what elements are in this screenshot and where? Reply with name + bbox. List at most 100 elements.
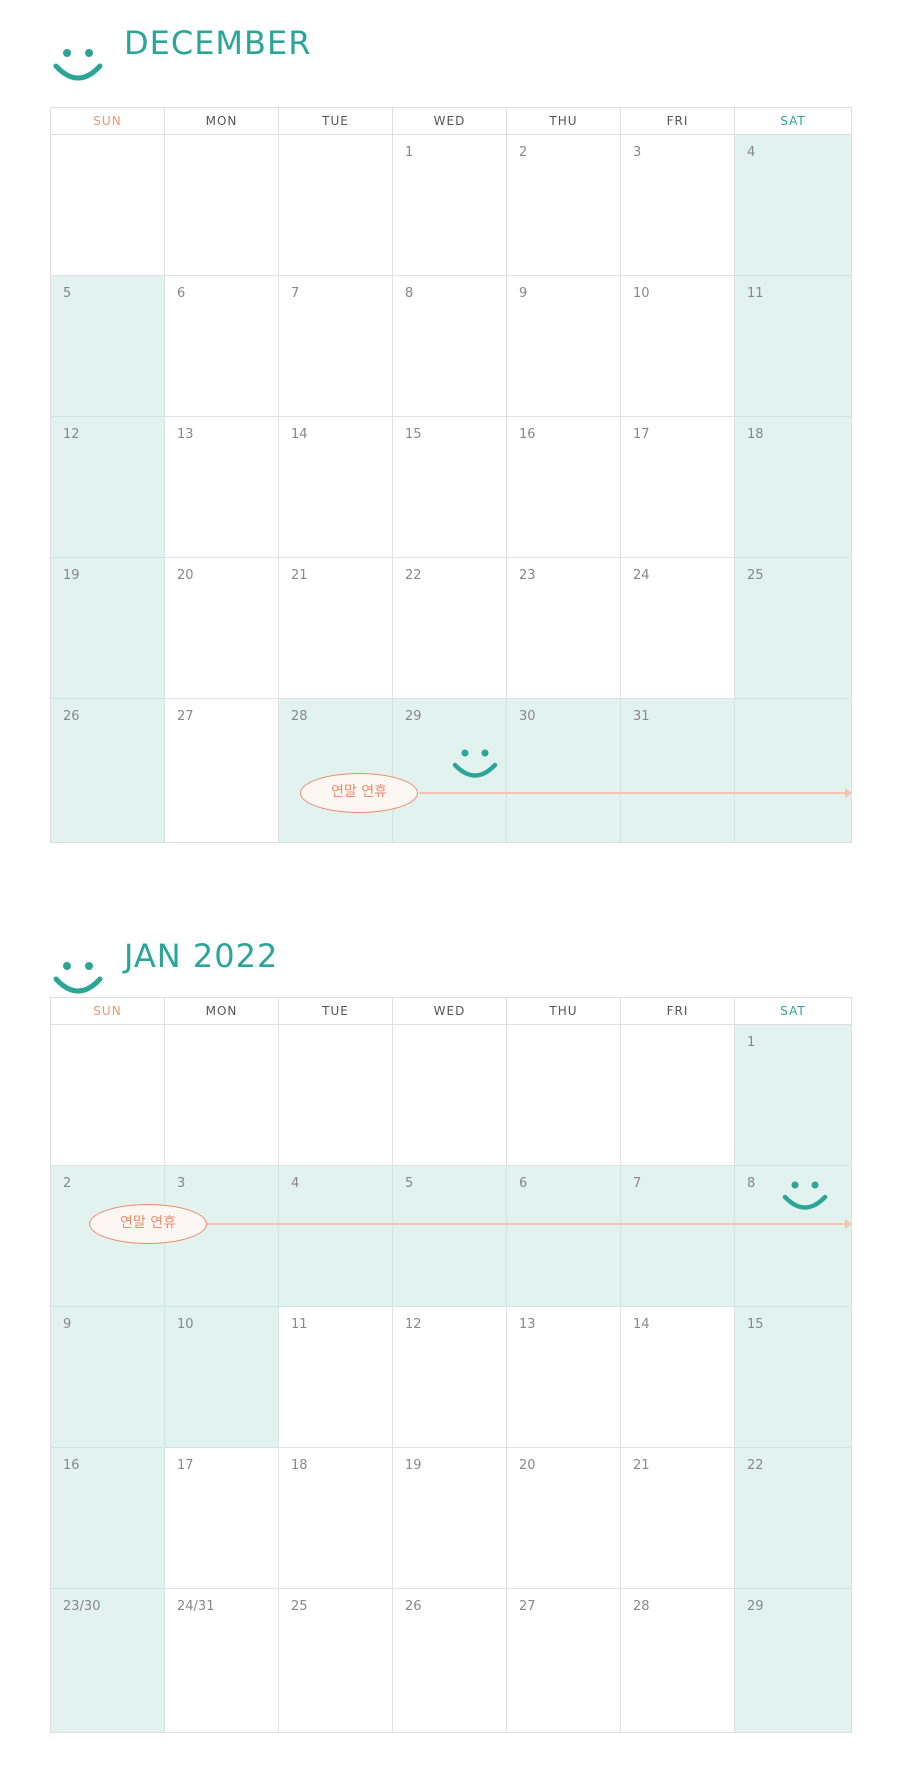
smiley-icon <box>782 1181 828 1210</box>
day-number: 6 <box>177 286 186 301</box>
day-cell[interactable]: 4 <box>735 135 851 276</box>
day-cell[interactable] <box>393 1025 507 1166</box>
day-cell[interactable]: 15 <box>735 1307 851 1448</box>
day-cell[interactable]: 3 <box>621 135 735 276</box>
day-cell[interactable]: 14 <box>621 1307 735 1448</box>
day-cell[interactable]: 17 <box>621 417 735 558</box>
day-cell[interactable]: 24 <box>621 558 735 699</box>
day-cell[interactable]: 7 <box>621 1166 735 1307</box>
day-cell[interactable]: 26 <box>393 1589 507 1732</box>
day-cell[interactable]: 10 <box>165 1307 279 1448</box>
day-cell[interactable]: 18 <box>735 417 851 558</box>
day-cell[interactable]: 23/30 <box>51 1589 165 1732</box>
day-cell[interactable]: 30 <box>507 699 621 842</box>
event-range-line <box>419 792 847 794</box>
day-cell[interactable] <box>51 1025 165 1166</box>
day-cell[interactable]: 12 <box>393 1307 507 1448</box>
day-number: 30 <box>519 709 536 724</box>
day-cell[interactable]: 7 <box>279 276 393 417</box>
event-label[interactable]: 연말 연휴 <box>300 773 418 813</box>
day-cell[interactable]: 22 <box>735 1448 851 1589</box>
smiley-icon <box>452 749 498 778</box>
day-cell[interactable]: 17 <box>165 1448 279 1589</box>
event-label[interactable]: 연말 연휴 <box>89 1204 207 1244</box>
day-cell[interactable]: 22 <box>393 558 507 699</box>
day-number: 3 <box>177 1176 186 1191</box>
day-cell[interactable] <box>279 1025 393 1166</box>
day-cell[interactable] <box>165 135 279 276</box>
day-cell[interactable]: 12 <box>51 417 165 558</box>
day-cell[interactable]: 21 <box>279 558 393 699</box>
day-number: 11 <box>747 286 764 301</box>
day-cell[interactable]: 20 <box>507 1448 621 1589</box>
day-cell[interactable]: 6 <box>165 276 279 417</box>
day-number: 26 <box>405 1599 422 1614</box>
day-cell[interactable]: 4 <box>279 1166 393 1307</box>
day-cell[interactable]: 19 <box>393 1448 507 1589</box>
day-number: 24 <box>633 568 650 583</box>
day-cell[interactable] <box>507 1025 621 1166</box>
day-cell[interactable] <box>279 135 393 276</box>
day-cell[interactable]: 27 <box>507 1589 621 1732</box>
weekday-sun: SUN <box>51 998 165 1024</box>
smiley-icon <box>53 49 103 81</box>
day-cell[interactable]: 10 <box>621 276 735 417</box>
day-cell[interactable]: 1 <box>393 135 507 276</box>
day-cell[interactable]: 18 <box>279 1448 393 1589</box>
day-number: 23 <box>519 568 536 583</box>
day-cell[interactable] <box>735 699 851 842</box>
day-cell[interactable] <box>165 1025 279 1166</box>
day-cell[interactable]: 19 <box>51 558 165 699</box>
day-number: 25 <box>291 1599 308 1614</box>
day-number: 31 <box>633 709 650 724</box>
day-cell[interactable]: 15 <box>393 417 507 558</box>
day-cell[interactable]: 26 <box>51 699 165 842</box>
day-number: 17 <box>633 427 650 442</box>
weekday-fri: FRI <box>621 998 735 1024</box>
day-cell[interactable]: 24/31 <box>165 1589 279 1732</box>
day-number: 22 <box>747 1458 764 1473</box>
day-cell[interactable]: 9 <box>507 276 621 417</box>
day-cell[interactable]: 9 <box>51 1307 165 1448</box>
weekday-header-row: SUN MON TUE WED THU FRI SAT <box>51 108 851 135</box>
day-cell[interactable]: 6 <box>507 1166 621 1307</box>
day-cell[interactable]: 25 <box>735 558 851 699</box>
weekday-header-row: SUN MON TUE WED THU FRI SAT <box>51 998 851 1025</box>
day-cell[interactable]: 29 <box>735 1589 851 1732</box>
day-cell[interactable]: 11 <box>735 276 851 417</box>
day-cell[interactable]: 16 <box>507 417 621 558</box>
day-cell[interactable]: 5 <box>51 276 165 417</box>
day-number: 2 <box>519 145 528 160</box>
day-number: 14 <box>633 1317 650 1332</box>
day-number: 26 <box>63 709 80 724</box>
day-cell[interactable]: 27 <box>165 699 279 842</box>
weekday-thu: THU <box>507 108 621 134</box>
day-cell[interactable]: 16 <box>51 1448 165 1589</box>
day-cell[interactable]: 13 <box>165 417 279 558</box>
day-cell[interactable]: 31 <box>621 699 735 842</box>
day-cell[interactable]: 25 <box>279 1589 393 1732</box>
day-cell[interactable] <box>51 135 165 276</box>
day-cell[interactable]: 20 <box>165 558 279 699</box>
day-cell[interactable]: 5 <box>393 1166 507 1307</box>
day-cell[interactable]: 23 <box>507 558 621 699</box>
day-number: 18 <box>747 427 764 442</box>
day-cell[interactable]: 28 <box>621 1589 735 1732</box>
day-cell[interactable] <box>621 1025 735 1166</box>
day-cell[interactable]: 28 <box>279 699 393 842</box>
arrow-right-icon <box>845 788 852 798</box>
weekday-fri: FRI <box>621 108 735 134</box>
day-cell[interactable]: 21 <box>621 1448 735 1589</box>
day-number: 4 <box>747 145 756 160</box>
day-cell[interactable]: 2 <box>507 135 621 276</box>
day-cell[interactable]: 11 <box>279 1307 393 1448</box>
weekday-mon: MON <box>165 108 279 134</box>
day-cell[interactable]: 8 <box>393 276 507 417</box>
calendar-grid: SUN MON TUE WED THU FRI SAT 1 2 3 4 5 6 … <box>50 107 852 843</box>
day-number: 4 <box>291 1176 300 1191</box>
day-number: 9 <box>63 1317 72 1332</box>
arrow-right-icon <box>845 1219 852 1229</box>
day-cell[interactable]: 1 <box>735 1025 851 1166</box>
day-cell[interactable]: 14 <box>279 417 393 558</box>
day-cell[interactable]: 13 <box>507 1307 621 1448</box>
